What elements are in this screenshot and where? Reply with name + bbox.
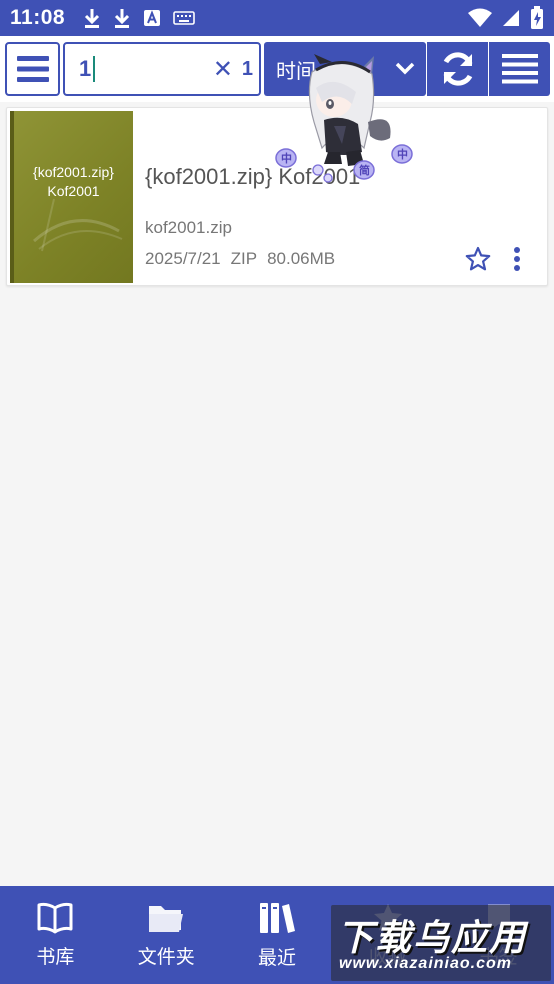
watermark: 下载乌应用 www.xiazainiao.com (331, 905, 551, 981)
book-meta: 2025/7/21 ZIP 80.06MB (145, 249, 335, 269)
watermark-url: www.xiazainiao.com (339, 955, 513, 972)
status-bar: 11:08 (0, 0, 554, 36)
text-a-icon (144, 10, 161, 26)
folder-icon (149, 905, 184, 932)
watermark-title: 下载乌应用 (337, 918, 528, 959)
wifi-icon (468, 8, 492, 27)
book-size: 80.06MB (267, 249, 336, 268)
nav-folder[interactable]: 文件夹 (111, 886, 222, 984)
search-value: 1 (79, 56, 92, 81)
text-cursor (93, 56, 96, 82)
notification-icons (83, 7, 195, 29)
keyboard-icon (173, 11, 195, 25)
book-format: ZIP (230, 249, 258, 268)
clear-search-button[interactable]: ✕ (213, 57, 233, 81)
nav-folder-label: 文件夹 (137, 945, 195, 968)
system-icons (468, 6, 544, 30)
hamburger-icon (16, 56, 49, 82)
book-open-icon (37, 902, 73, 933)
anime-character-sticker: 中 简 中 (275, 54, 413, 183)
book-filename: kof2001.zip (145, 218, 232, 237)
search-result-count: 1 (241, 58, 253, 80)
book-date: 2025/7/21 (145, 249, 221, 268)
menu-button[interactable] (5, 42, 60, 96)
svg-text:简: 简 (359, 163, 370, 177)
more-options-icon[interactable] (507, 246, 527, 272)
nav-recent-label: 最近 (257, 946, 296, 969)
refresh-icon (443, 52, 472, 86)
status-time: 11:08 (10, 6, 66, 29)
nav-library[interactable]: 书库 (0, 886, 111, 984)
svg-text:中: 中 (281, 151, 292, 165)
nav-recent[interactable]: 最近 (222, 886, 333, 984)
list-icon (501, 54, 538, 84)
nav-library-label: 书库 (36, 945, 75, 968)
signal-icon (503, 10, 519, 26)
book-cover[interactable]: {kof2001.zip} Kof2001 (10, 111, 133, 283)
list-view-button[interactable] (489, 42, 550, 96)
bookshelf-icon (259, 902, 295, 933)
cover-line1: {kof2001.zip} (33, 164, 114, 180)
cover-line2: Kof2001 (47, 183, 100, 199)
refresh-button[interactable] (427, 42, 488, 96)
cover-title: {kof2001.zip} Kof2001 (14, 163, 133, 201)
svg-text:中: 中 (397, 147, 408, 161)
battery-icon (531, 6, 543, 29)
search-input[interactable]: 1 ✕ 1 (63, 42, 261, 96)
download-icon (115, 9, 130, 28)
favorite-star-icon[interactable] (465, 246, 491, 272)
download-icon (85, 9, 100, 28)
